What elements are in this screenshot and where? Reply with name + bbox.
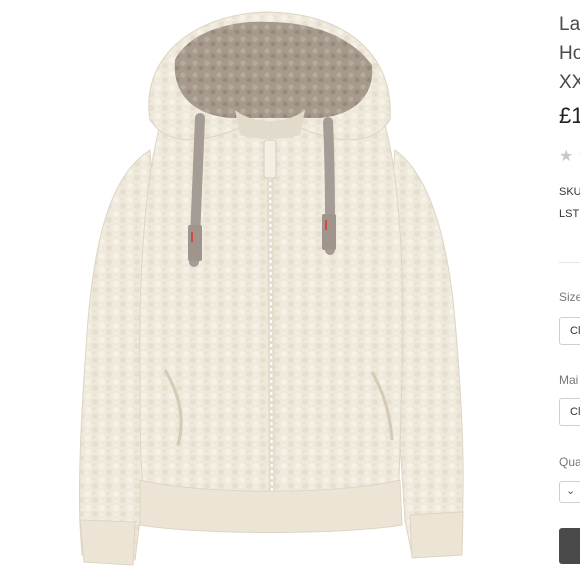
product-title-line-3: XX xyxy=(559,72,580,93)
product-page: La Ho XX £1 ★ ☆ SKU LST Size Cl Mai Cl Q… xyxy=(0,0,580,580)
add-to-basket-button[interactable] xyxy=(559,528,580,564)
quantity-label: Qua xyxy=(559,455,580,469)
left-cord-label xyxy=(191,232,193,242)
sku-label: SKU xyxy=(559,186,580,198)
size-label: Size xyxy=(559,290,580,304)
product-title-line-2: Ho xyxy=(559,43,580,64)
hoodie-illustration xyxy=(78,11,464,566)
left-cord-tip xyxy=(188,225,202,261)
divider xyxy=(559,262,580,263)
size-select[interactable]: Cl xyxy=(559,317,580,345)
quantity-select[interactable]: ⌄ xyxy=(559,481,580,503)
rating-stars[interactable]: ★ ☆ xyxy=(559,146,580,166)
left-cuff xyxy=(79,519,136,566)
product-image[interactable] xyxy=(0,0,540,580)
zipper-pull xyxy=(263,139,277,179)
right-cord-label xyxy=(325,220,327,230)
right-cuff xyxy=(409,511,464,559)
sku-value: LST xyxy=(559,208,580,220)
product-title-line-1: La xyxy=(559,14,580,35)
colour-label: Mai xyxy=(559,373,579,387)
colour-select[interactable]: Cl xyxy=(559,398,580,426)
right-cord-tip xyxy=(322,214,336,250)
chevron-down-icon: ⌄ xyxy=(566,485,576,497)
product-price: £1 xyxy=(559,103,580,128)
product-info: La Ho XX £1 ★ ☆ SKU LST Size Cl Mai Cl Q… xyxy=(559,0,580,580)
